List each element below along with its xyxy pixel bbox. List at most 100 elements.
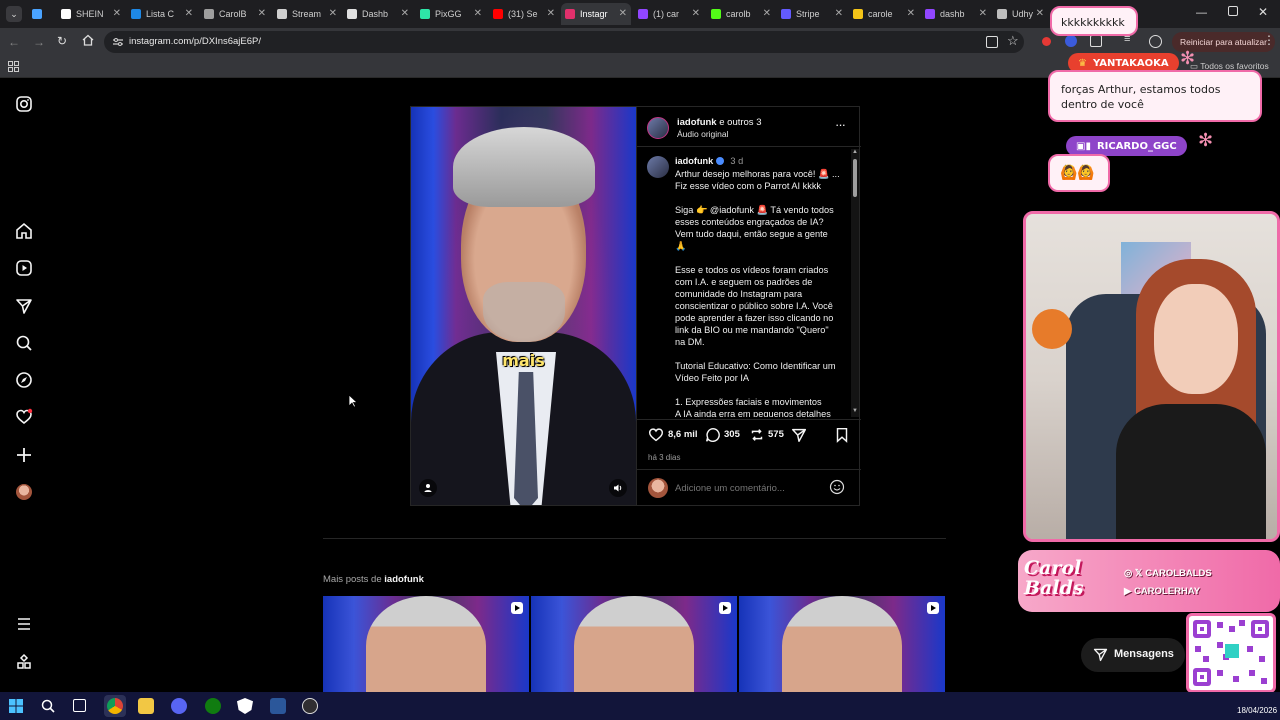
home-icon[interactable] [14, 221, 34, 241]
more-menu-icon[interactable] [14, 614, 34, 634]
tab-close-icon[interactable]: ✕ [1036, 8, 1044, 19]
browser-tab[interactable]: Stream ✕ [273, 3, 341, 25]
reposts-count[interactable]: 575 [768, 429, 784, 440]
site-info-icon[interactable] [112, 36, 124, 48]
author-avatar[interactable] [647, 117, 669, 139]
browser-tab[interactable]: Instagr ✕ [561, 3, 631, 25]
xbox-icon[interactable] [205, 698, 221, 714]
browser-tab[interactable]: carole ✕ [849, 3, 919, 25]
comments-count[interactable]: 305 [724, 429, 740, 440]
caption-line: Tutorial Educativo: Como Identificar um [675, 361, 836, 371]
anchor-beard [483, 282, 565, 342]
notifications-heart-icon[interactable] [14, 407, 34, 427]
close-window-button[interactable]: ✕ [1258, 5, 1268, 19]
tab-close-icon[interactable]: ✕ [401, 8, 409, 19]
maximize-button[interactable] [1228, 6, 1238, 16]
create-plus-icon[interactable] [14, 445, 34, 465]
tab-close-icon[interactable]: ✕ [907, 8, 915, 19]
search-icon[interactable] [14, 333, 34, 353]
profile-avatar[interactable] [16, 484, 32, 500]
likes-count[interactable]: 8,6 mil [668, 429, 698, 440]
apps-grid-icon[interactable] [8, 61, 19, 72]
coauthors-text[interactable]: e outros 3 [719, 117, 761, 128]
chrome-taskbar-icon[interactable] [104, 695, 126, 717]
minimize-button[interactable]: — [1196, 7, 1207, 19]
caption-author[interactable]: iadofunk [675, 156, 713, 166]
related-post-thumbnail[interactable] [531, 596, 737, 692]
like-heart-icon[interactable] [647, 426, 665, 444]
tab-close-icon[interactable]: ✕ [329, 8, 337, 19]
profile-icon[interactable] [1149, 35, 1162, 48]
browser-tab[interactable]: (31) Se ✕ [489, 3, 559, 25]
taskbar-search-icon[interactable] [40, 698, 56, 714]
tab-search-button[interactable]: ⌄ [6, 6, 22, 22]
audio-label[interactable]: Áudio original [677, 129, 729, 139]
record-icon[interactable] [1042, 37, 1051, 46]
author-username[interactable]: iadofunk [677, 117, 717, 128]
post-options-icon[interactable]: ··· [835, 117, 846, 132]
reels-icon[interactable] [14, 258, 34, 278]
tab-close-icon[interactable]: ✕ [258, 8, 266, 19]
tab-close-icon[interactable]: ✕ [979, 8, 987, 19]
related-post-thumbnail[interactable] [739, 596, 945, 692]
reel-icon [719, 602, 731, 614]
file-explorer-icon[interactable] [138, 698, 154, 714]
tab-close-icon[interactable]: ✕ [619, 8, 627, 19]
task-view-icon[interactable] [73, 699, 86, 712]
save-bookmark-icon[interactable] [833, 426, 851, 444]
mute-toggle-icon[interactable] [609, 479, 627, 497]
back-icon[interactable]: ← [8, 35, 20, 49]
browser-tab[interactable]: SHEIN ✕ [57, 3, 125, 25]
tab-close-icon[interactable]: ✕ [692, 8, 700, 19]
instagram-logo-icon[interactable] [14, 94, 34, 114]
emoji-icon[interactable] [829, 479, 845, 495]
forward-icon[interactable]: → [33, 35, 45, 49]
tab-close-icon[interactable]: ✕ [763, 8, 771, 19]
browser-tab[interactable]: dashb ✕ [921, 3, 991, 25]
reload-icon[interactable]: ↻ [57, 34, 67, 48]
address-bar[interactable]: instagram.com/p/DXIns6ajE6P/ ☆ [104, 31, 1024, 53]
browser-tab[interactable]: Dashb ✕ [343, 3, 413, 25]
caption-scrollbar[interactable]: ▲ ▼ [851, 149, 859, 417]
tagged-users-icon[interactable] [419, 479, 437, 497]
browser-tab[interactable]: (1) car ✕ [634, 3, 704, 25]
install-app-icon[interactable] [986, 36, 998, 48]
browser-tab[interactable]: Stripe ✕ [777, 3, 847, 25]
bookmark-star-icon[interactable]: ☆ [1007, 33, 1019, 49]
windows-start-icon[interactable] [9, 699, 23, 713]
obs-icon[interactable] [302, 698, 318, 714]
tab-close-icon[interactable]: ✕ [835, 8, 843, 19]
browser-tab[interactable] [28, 3, 54, 25]
browser-tab[interactable]: CarolB ✕ [200, 3, 270, 25]
scroll-up-arrow[interactable]: ▲ [852, 149, 858, 155]
browser-tab[interactable]: Lista C ✕ [127, 3, 197, 25]
repost-icon[interactable] [748, 426, 766, 444]
browser-tab[interactable]: carolb ✕ [707, 3, 775, 25]
post-video[interactable]: mais [411, 107, 636, 505]
comment-bubble-icon[interactable] [704, 426, 722, 444]
tab-close-icon[interactable]: ✕ [547, 8, 555, 19]
tab-close-icon[interactable]: ✕ [474, 8, 482, 19]
home-icon[interactable] [81, 33, 95, 47]
browser-tab[interactable]: Udhy ✕ [993, 3, 1048, 25]
related-post-thumbnail[interactable] [323, 596, 529, 692]
browser-tab[interactable]: PixGG ✕ [416, 3, 486, 25]
extension-icon[interactable] [1065, 35, 1077, 47]
share-icon[interactable] [790, 426, 808, 444]
comment-input[interactable] [675, 480, 825, 496]
messages-button[interactable]: Mensagens [1081, 638, 1185, 672]
more-posts-user[interactable]: iadofunk [384, 574, 424, 585]
direct-messages-icon[interactable] [14, 296, 34, 316]
shield-app-icon[interactable] [237, 698, 253, 714]
scroll-down-arrow[interactable]: ▼ [852, 408, 858, 414]
extensions-puzzle-icon[interactable] [1090, 35, 1102, 47]
also-from-meta-icon[interactable] [14, 652, 34, 672]
word-icon[interactable] [270, 698, 286, 714]
caption-author-avatar[interactable] [647, 156, 669, 178]
tab-close-icon[interactable]: ✕ [185, 8, 193, 19]
tab-close-icon[interactable]: ✕ [113, 8, 121, 19]
scroll-thumb[interactable] [853, 159, 857, 197]
discord-icon[interactable] [171, 698, 187, 714]
menu-kebab-icon[interactable]: ⋮ [1263, 33, 1275, 47]
explore-icon[interactable] [14, 370, 34, 390]
